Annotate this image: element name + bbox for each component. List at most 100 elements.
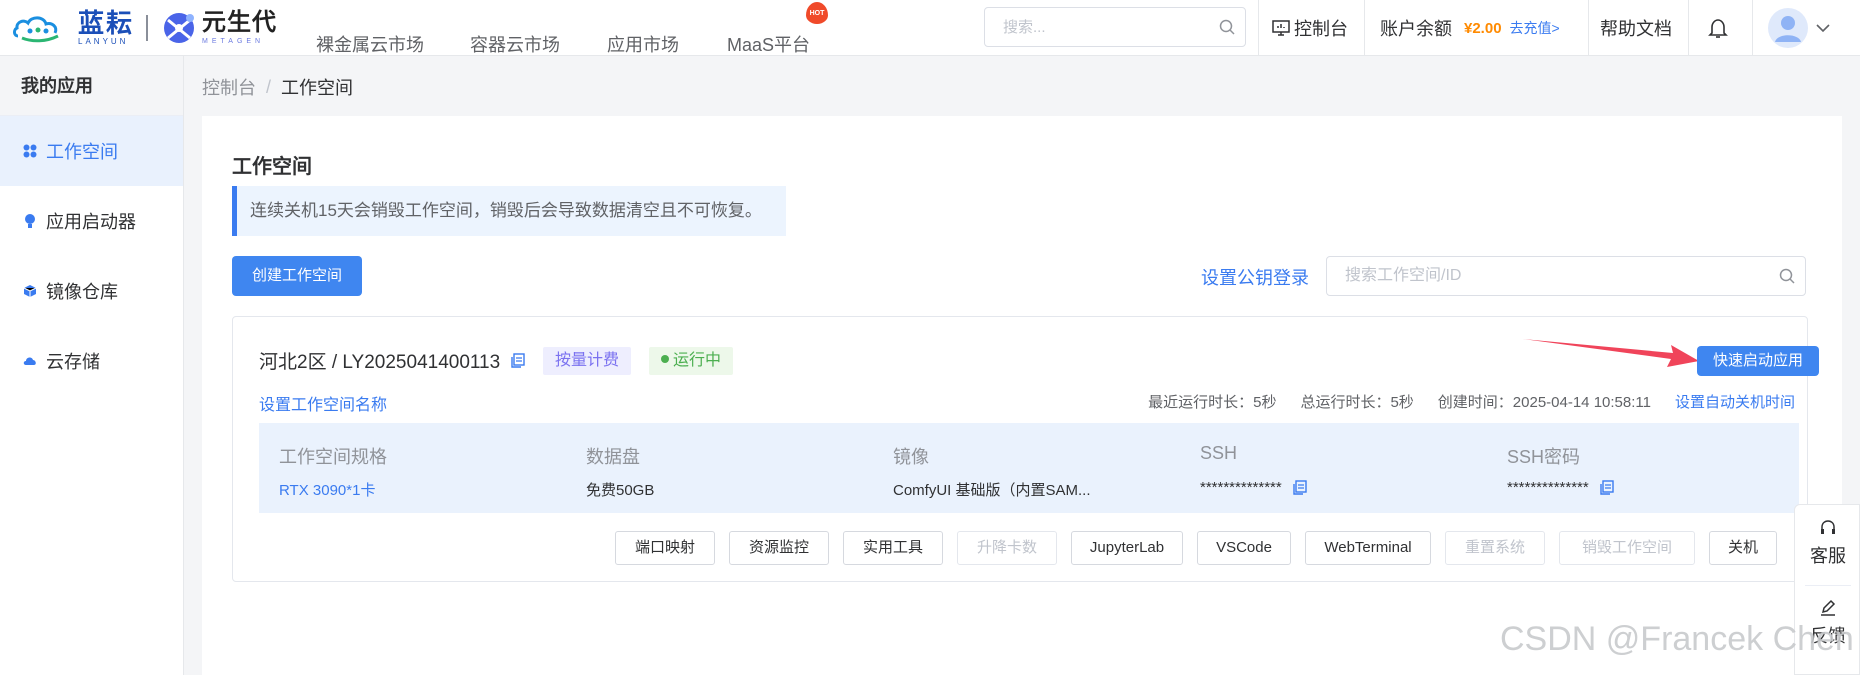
- balance-label: 账户余额: [1380, 19, 1452, 39]
- workspace-search[interactable]: [1326, 256, 1806, 296]
- sidebar-item-app-launcher[interactable]: 应用启动器: [0, 186, 183, 256]
- partner-name: 元生代: [202, 9, 278, 36]
- edit-icon: [1821, 599, 1836, 616]
- search-icon[interactable]: [1219, 19, 1235, 35]
- workspace-name: 河北2区 / LY2025041400113: [259, 347, 525, 374]
- sidebar-item-image-repo[interactable]: 镜像仓库: [0, 256, 183, 326]
- spec-value-disk: 免费50GB: [586, 482, 655, 499]
- destroy-workspace-button[interactable]: 销毁工作空间: [1559, 531, 1695, 565]
- nav-container-cloud[interactable]: 容器云市场: [470, 16, 560, 72]
- shutdown-button[interactable]: 关机: [1709, 531, 1777, 565]
- spec-value-ssh-password: **************: [1507, 479, 1614, 496]
- balance-amount: ¥2.00: [1464, 19, 1502, 37]
- help-docs-label: 帮助文档: [1600, 19, 1672, 39]
- status-label: 运行中: [673, 352, 722, 369]
- headset-icon: [1821, 520, 1835, 534]
- spec-label: SSH密码: [1507, 447, 1581, 467]
- nav-maas[interactable]: MaaS平台: [727, 16, 810, 72]
- vscode-button[interactable]: VSCode: [1197, 531, 1291, 565]
- quick-start-app-button[interactable]: 快速启动应用: [1697, 346, 1819, 376]
- bell-icon: [1708, 19, 1728, 38]
- customer-service-button[interactable]: 客服: [1795, 519, 1860, 568]
- breadcrumb-console[interactable]: 控制台: [202, 74, 256, 100]
- logo-divider: [146, 15, 149, 41]
- hot-badge: HOT: [806, 2, 828, 24]
- jupyterlab-button[interactable]: JupyterLab: [1071, 531, 1183, 565]
- console-label: 控制台: [1294, 19, 1348, 39]
- sidebar-item-workspace[interactable]: 工作空间: [0, 116, 183, 186]
- breadcrumb-current: 工作空间: [281, 78, 354, 98]
- ssh-command: **************: [1200, 479, 1282, 496]
- watermark: CSDN @Francek Chen: [1500, 620, 1854, 658]
- sidebar-item-label: 工作空间: [46, 142, 118, 162]
- header-divider: [1588, 0, 1589, 56]
- monitor-icon: [1272, 20, 1290, 36]
- lanyun-logo-icon: [13, 16, 59, 43]
- status-badge: 运行中: [649, 347, 734, 375]
- nav-bare-metal[interactable]: 裸金属云市场: [316, 16, 424, 72]
- spec-value-ssh: **************: [1200, 479, 1307, 496]
- utilities-button[interactable]: 实用工具: [843, 531, 943, 565]
- workspace-search-input[interactable]: [1345, 257, 1765, 295]
- console-link[interactable]: 控制台: [1272, 0, 1348, 56]
- brand-name: 蓝耘: [78, 8, 135, 38]
- scale-gpu-button[interactable]: 升降卡数: [957, 531, 1057, 565]
- recent-runtime: 最近运行时长：5秒: [1148, 394, 1277, 411]
- notification-button[interactable]: [1708, 0, 1728, 56]
- avatar: [1768, 8, 1808, 48]
- spec-label: 镜像: [893, 447, 929, 467]
- sidebar-title: 我的应用: [0, 56, 183, 116]
- port-mapping-button[interactable]: 端口映射: [615, 531, 715, 565]
- resource-monitor-button[interactable]: 资源监控: [729, 531, 829, 565]
- sidebar-item-cloud-storage[interactable]: 云存储: [0, 326, 183, 396]
- recharge-link[interactable]: 去充值>: [1510, 18, 1560, 38]
- user-menu[interactable]: [1768, 0, 1830, 56]
- workspace-id: 河北2区 / LY2025041400113: [259, 352, 501, 373]
- spec-value-image: ComfyUI 基础版（内置SAM...: [893, 482, 1091, 499]
- apps-icon: [22, 143, 38, 159]
- account-balance: 账户余额 ¥2.00 去充值>: [1380, 0, 1560, 56]
- header-divider: [1688, 0, 1689, 56]
- workspace-card: 河北2区 / LY2025041400113 按量计费 运行中 快速启动应用 设…: [232, 316, 1819, 582]
- cube-icon: [22, 283, 38, 299]
- main-content: 工作空间 连续关机15天会销毁工作空间，销毁后会导致数据清空且不可恢复。 创建工…: [202, 116, 1842, 675]
- create-workspace-button[interactable]: 创建工作空间: [232, 256, 362, 296]
- help-docs-link[interactable]: 帮助文档: [1600, 0, 1672, 56]
- copy-icon[interactable]: [510, 353, 525, 368]
- red-arrow-annotation: [1523, 339, 1699, 367]
- total-runtime: 总运行时长：5秒: [1300, 394, 1414, 411]
- brand-logo[interactable]: 蓝耘 LANYUN 元生代 METAGEN: [12, 4, 277, 52]
- sidebar-item-label: 云存储: [46, 352, 100, 372]
- chevron-down-icon: [1816, 24, 1830, 33]
- spec-label: 工作空间规格: [279, 447, 387, 467]
- customer-service-label: 客服: [1810, 546, 1846, 566]
- reset-system-button[interactable]: 重置系统: [1445, 531, 1545, 565]
- nav-app-market[interactable]: 应用市场: [607, 16, 679, 72]
- page-title: 工作空间: [232, 156, 312, 178]
- sidebar-item-label: 镜像仓库: [46, 282, 118, 302]
- spec-label: SSH: [1200, 443, 1238, 463]
- brand-name-en: LANYUN: [78, 37, 129, 46]
- destroy-notice: 连续关机15天会销毁工作空间，销毁后会导致数据清空且不可恢复。: [232, 186, 786, 236]
- public-key-login-link[interactable]: 设置公钥登录: [1201, 264, 1309, 290]
- search-icon[interactable]: [1779, 268, 1795, 284]
- float-divider: [1805, 585, 1851, 586]
- billing-tag: 按量计费: [543, 347, 632, 375]
- webterminal-button[interactable]: WebTerminal: [1305, 531, 1431, 565]
- global-search-input[interactable]: [1003, 8, 1213, 46]
- rename-workspace-link[interactable]: 设置工作空间名称: [259, 391, 387, 415]
- ssh-password: **************: [1507, 479, 1589, 496]
- auto-shutdown-link[interactable]: 设置自动关机时间: [1675, 391, 1795, 412]
- copy-icon[interactable]: [1292, 480, 1307, 495]
- cloud-icon: [22, 353, 38, 369]
- copy-icon[interactable]: [1599, 480, 1614, 495]
- partner-name-en: METAGEN: [202, 38, 265, 45]
- global-search[interactable]: [984, 7, 1246, 47]
- workspace-meta: 最近运行时长：5秒 总运行时长：5秒 创建时间：2025-04-14 10:58…: [1124, 391, 1795, 412]
- bulb-icon: [22, 213, 38, 229]
- header-divider: [1752, 0, 1753, 56]
- top-bar: 蓝耘 LANYUN 元生代 METAGEN 裸金属云市场 容器云市场 应用市场 …: [0, 0, 1860, 56]
- spec-panel: 工作空间规格 RTX 3090*1卡 数据盘 免费50GB 镜像 ComfyUI…: [259, 423, 1799, 513]
- breadcrumb-separator: /: [266, 76, 272, 97]
- spec-value-gpu[interactable]: RTX 3090*1卡: [279, 479, 375, 500]
